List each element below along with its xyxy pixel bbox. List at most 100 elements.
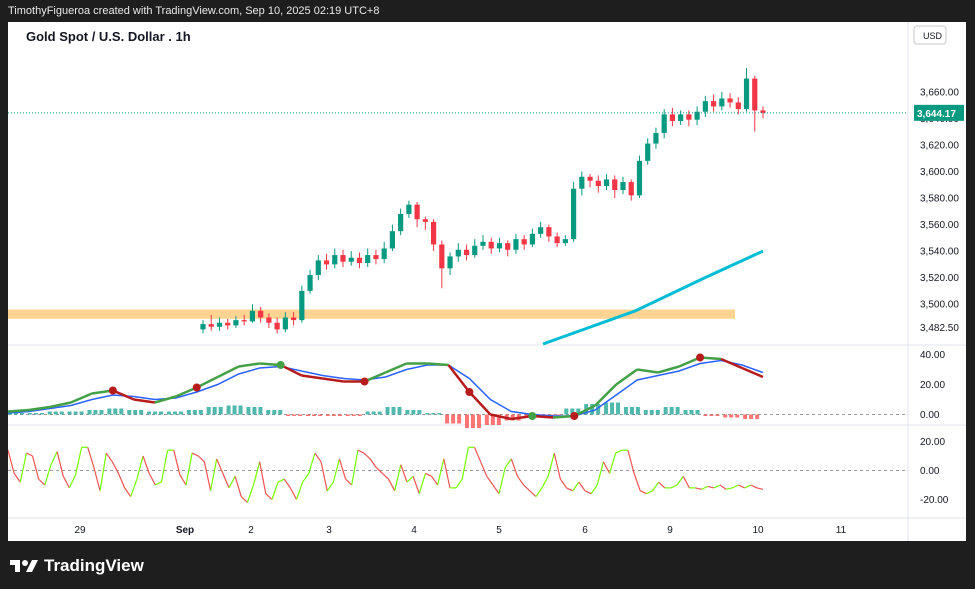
price-tick-label: 3,482.50 [920,323,959,334]
histogram-bar [377,411,382,415]
histogram-bar [306,414,311,416]
histogram-bar [683,410,688,415]
candle-body [538,227,544,234]
histogram-bar [629,407,634,415]
candle-body [603,179,610,187]
candle-body [249,310,256,322]
histogram-bar [616,402,621,415]
histogram-bar [337,414,342,416]
histogram-bar [735,414,740,418]
histogram-bar [689,410,694,415]
histogram-bar [470,414,475,428]
histogram-bar [292,414,297,416]
crossover-marker [192,383,201,392]
candle-body [398,213,404,232]
momentum-tick-label: -20.00 [920,495,949,506]
time-tick-label: 29 [74,525,86,536]
crossover-marker [108,386,117,395]
crossover-marker [276,361,285,369]
candle-body [752,78,758,111]
histogram-bar [212,407,217,415]
oscillator-tick-label: 40.00 [920,350,945,361]
histogram-bar [39,413,44,415]
chart-caption: TimothyFigueroa created with TradingView… [8,5,380,17]
histogram-bar [67,411,72,415]
histogram-bar [232,405,237,415]
footer-brand: TradingView [10,552,144,580]
candle-body [496,243,503,249]
histogram-bar [218,407,223,415]
histogram-bar [79,411,84,415]
candle-body [315,260,321,275]
histogram-bar [729,414,734,418]
chart-panel[interactable]: Gold Spot / U.S. Dollar . 1h USD 3,660.00 3… [8,22,966,541]
candle-body [373,255,379,260]
price-tick-label: 3,560.00 [920,220,959,231]
histogram-bar [192,410,197,415]
candle-body [653,132,659,144]
histogram-bar [755,414,760,419]
price-tick-label: 3,500.00 [920,300,959,311]
histogram-bar [206,407,211,415]
candle-body [381,248,387,260]
candle-body [216,322,223,327]
histogram-bar [663,407,668,415]
time-tick-label: Sep [176,525,194,536]
candle-body [422,219,428,222]
candle-body [743,78,750,110]
histogram-bar [99,410,104,415]
histogram-bar [635,407,640,415]
candle-body [727,98,733,103]
candle-body [430,221,437,245]
histogram-bar [357,414,362,416]
histogram-bar [258,407,263,415]
histogram-bar [345,414,350,416]
time-tick-label: 9 [667,525,673,536]
price-tick-label: 3,580.00 [920,194,959,205]
histogram-bar [27,413,32,415]
histogram-bar [119,408,124,415]
momentum-tick-label: 0.00 [920,466,940,477]
histogram-bar [405,410,410,415]
candle-body [414,204,420,220]
histogram-bar [298,414,303,416]
candle-body [290,317,297,321]
oscillator-tick-label: 20.00 [920,380,945,391]
candle-body [274,322,280,330]
histogram-bar [649,410,654,415]
candle-body [258,310,264,318]
histogram-bar [445,414,450,424]
histogram-bar [476,414,481,428]
candle-body [579,176,585,189]
histogram-bar [464,414,469,428]
candle-body [389,231,396,249]
candle-body [406,204,412,214]
histogram-bar [425,413,430,415]
time-tick-label: 10 [752,525,764,536]
time-tick-label: 11 [836,525,847,536]
candle-body [612,179,618,191]
candle-body [628,182,634,196]
histogram-bar [715,414,720,416]
histogram-bar [675,407,680,415]
histogram-bar [604,402,609,415]
histogram-bar [172,411,177,415]
histogram-bar [743,414,748,419]
momentum-tick-label: 20.00 [920,437,945,448]
candle-body [356,257,363,264]
oscillator-fast-line-segment [8,408,30,413]
histogram-bar [73,411,78,415]
histogram-bar [59,411,64,415]
histogram-bar [20,413,24,415]
histogram-bar [397,407,402,415]
candle-body [472,245,478,256]
candle-body [241,320,247,322]
candle-body [488,241,494,249]
candle-body [332,255,338,265]
histogram-bar [153,411,158,415]
histogram-bar [147,411,152,415]
candle-body [447,256,453,269]
histogram-bar [351,414,356,416]
last-price-label: 3,644.17 [917,109,956,120]
histogram-bar [365,411,370,415]
